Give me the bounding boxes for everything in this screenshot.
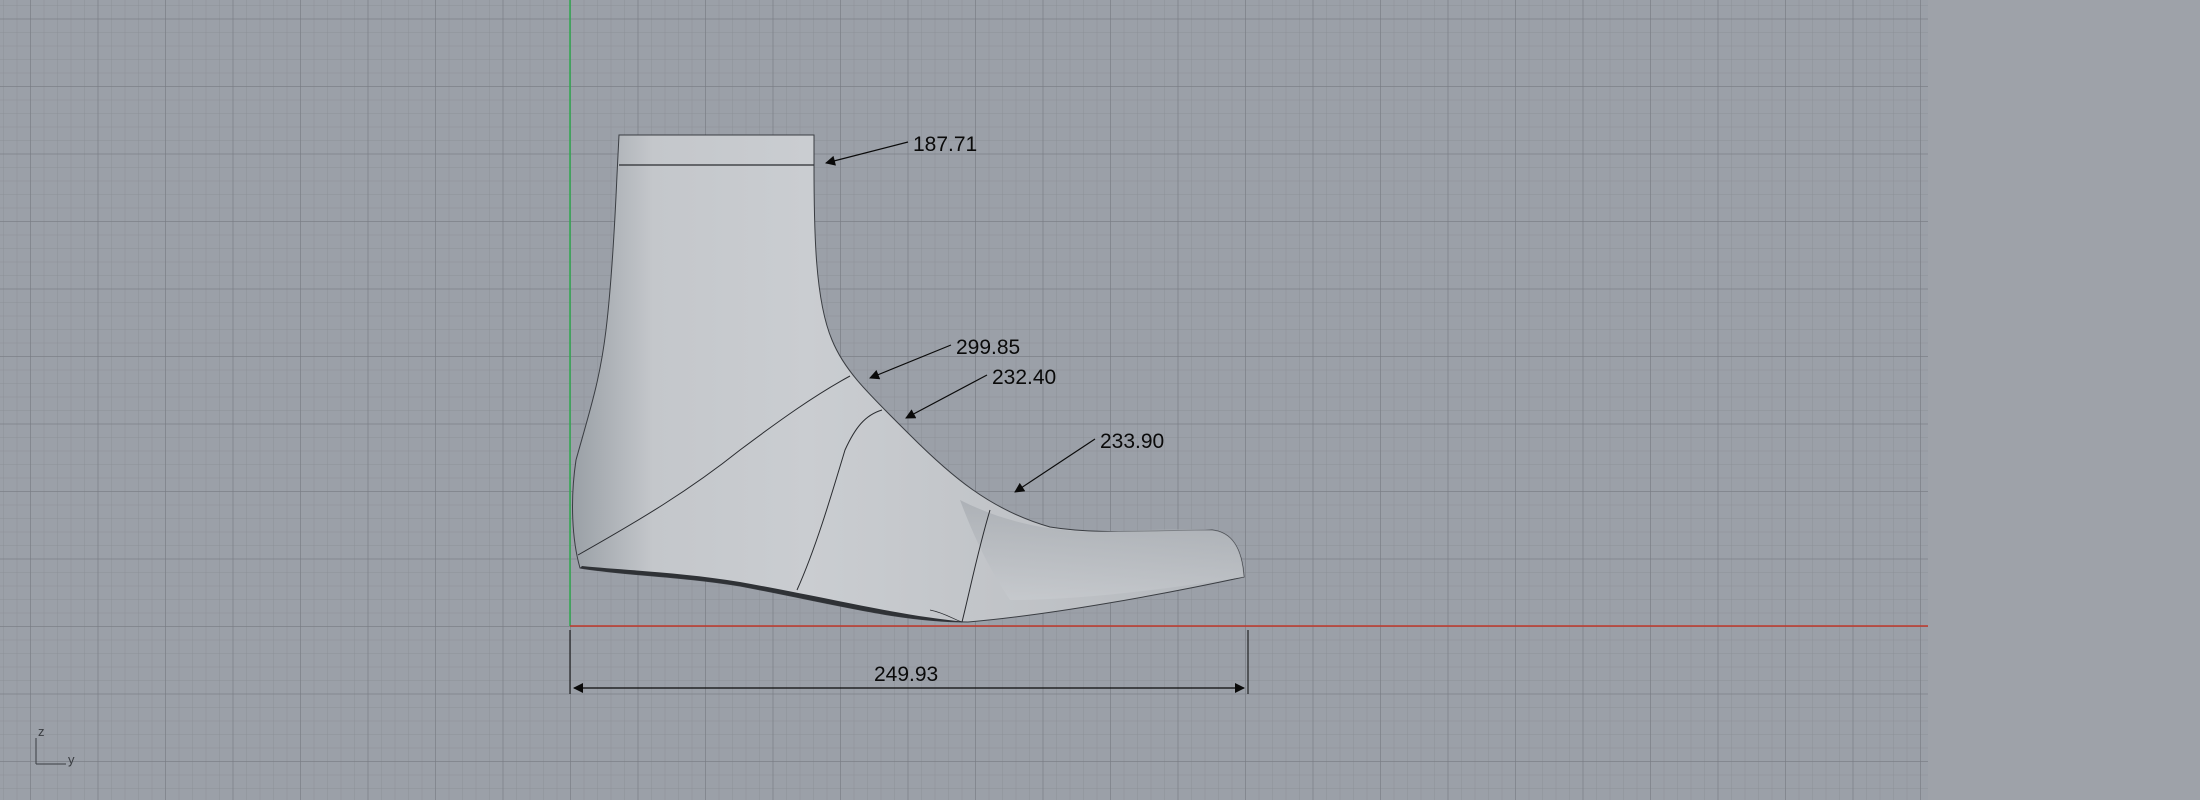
dim-ball-label: 233.90: [1100, 430, 1164, 453]
perspective-viewport[interactable]: 187.71 299.85 232.40 233.90 249.93 z y: [0, 0, 1928, 800]
dim-waist-label: 232.40: [992, 366, 1056, 389]
dim-length[interactable]: 249.93: [569, 630, 1249, 694]
viewport-canvas[interactable]: 187.71 299.85 232.40 233.90 249.93 z y: [0, 0, 1928, 800]
axis-triad: z y: [35, 724, 75, 767]
dim-instep-leader: [869, 344, 952, 380]
dim-instep-label: 299.85: [956, 336, 1020, 359]
dim-top-opening-label: 187.71: [913, 133, 977, 156]
dim-top-opening-leader: [825, 141, 909, 166]
dim-ball[interactable]: 233.90: [1014, 430, 1164, 493]
dim-top-opening[interactable]: 187.71: [825, 133, 977, 166]
shoe-last-model[interactable]: [572, 134, 1245, 623]
dim-ball-leader: [1014, 438, 1096, 493]
side-panel: [1928, 0, 2200, 800]
axis-triad-z-label: z: [38, 724, 45, 739]
axis-triad-y-label: y: [68, 752, 75, 767]
dim-waist[interactable]: 232.40: [905, 366, 1056, 419]
dim-length-label: 249.93: [874, 663, 938, 686]
dim-waist-leader: [905, 374, 988, 419]
